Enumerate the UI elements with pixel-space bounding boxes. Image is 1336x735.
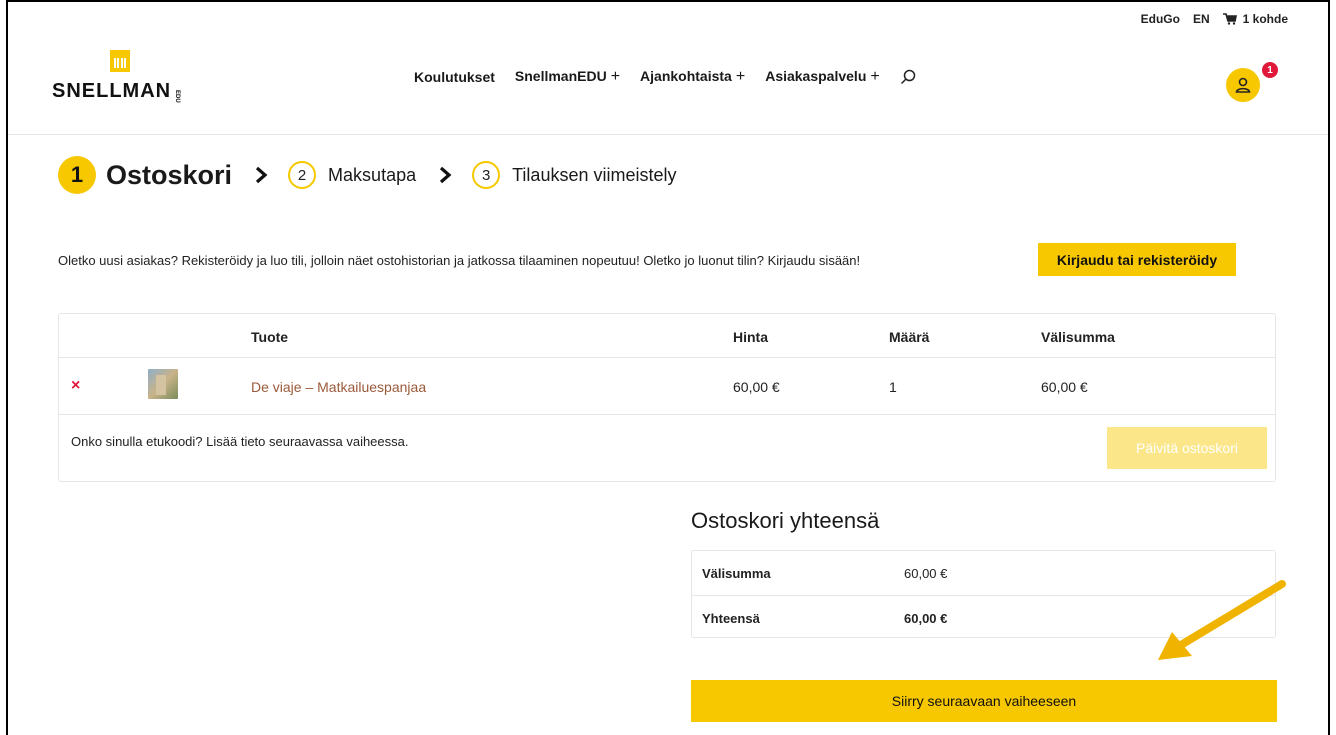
notification-badge: 1 (1262, 62, 1278, 78)
update-cart-button[interactable]: Päivitä ostoskori (1107, 427, 1267, 469)
remove-item-icon[interactable]: × (71, 377, 80, 395)
cart-icon (1222, 13, 1237, 25)
annotation-arrow-icon (1158, 580, 1286, 660)
step-2-number: 2 (288, 161, 317, 189)
item-subtotal: 60,00 € (1041, 379, 1088, 395)
step-1-label: Ostoskori (106, 159, 233, 190)
header-divider (8, 134, 1328, 135)
coupon-hint: Onko sinulla etukoodi? Lisää tieto seura… (71, 434, 409, 449)
step-3-label: Tilauksen viimeistely (512, 164, 677, 185)
step-2-label: Maksutapa (328, 164, 417, 185)
product-link[interactable]: De viaje – Matkailuespanjaa (251, 379, 426, 395)
main-nav: Koulutukset SnellmanEDU + Ajankohtaista + … (414, 68, 916, 86)
totals-value: 60,00 € (904, 566, 948, 581)
plus-icon: + (735, 68, 746, 85)
item-price: 60,00 € (733, 379, 780, 395)
step-3-number: 3 (472, 161, 501, 189)
table-header-row: Tuote Hinta Määrä Välisumma (59, 314, 1275, 358)
totals-label: Välisumma (702, 566, 771, 581)
proceed-next-step-button[interactable]: Siirry seuraavaan vaiheeseen (691, 680, 1277, 722)
product-thumbnail[interactable] (148, 369, 178, 399)
edugo-link[interactable]: EduGo (1141, 12, 1180, 26)
cart-totals-title: Ostoskori yhteensä (691, 508, 880, 533)
site-logo[interactable]: SNELLMAN EDU (52, 48, 202, 108)
nav-item-ajankohtaista[interactable]: Ajankohtaista + (640, 68, 745, 86)
chevron-right-icon (255, 166, 268, 184)
chevron-right-icon (440, 166, 452, 184)
search-icon[interactable] (900, 69, 916, 85)
step-1-number: 1 (58, 156, 96, 194)
logo-suffix: EDU (174, 90, 181, 103)
mini-cart[interactable]: 1 kohde (1222, 12, 1288, 26)
item-quantity: 1 (889, 379, 897, 395)
totals-label: Yhteensä (702, 611, 760, 626)
plus-icon: + (610, 68, 621, 85)
user-account-button[interactable] (1226, 68, 1260, 102)
nav-item-asiakaspalvelu[interactable]: Asiakaspalvelu + (765, 68, 880, 86)
column-header-price: Hinta (733, 329, 768, 345)
utility-bar: EduGo EN 1 kohde (1141, 12, 1288, 26)
plus-icon: + (870, 68, 880, 85)
column-header-qty: Määrä (889, 329, 930, 345)
nav-item-snellmanedu[interactable]: SnellmanEDU + (515, 68, 620, 86)
column-header-product: Tuote (251, 329, 289, 345)
login-register-button[interactable]: Kirjaudu tai rekisteröidy (1038, 243, 1236, 276)
logo-text: SNELLMAN (52, 80, 172, 102)
cart-count: 1 kohde (1242, 12, 1288, 26)
checkout-steps: 1 Ostoskori 2 Maksutapa 3 Tilauksen viim… (58, 156, 677, 194)
nav-item-koulutukset[interactable]: Koulutukset (414, 69, 495, 85)
language-switch[interactable]: EN (1193, 12, 1210, 26)
totals-value: 60,00 € (904, 611, 948, 626)
cart-table: Tuote Hinta Määrä Välisumma × De viaje –… (58, 313, 1276, 482)
register-notice: Oletko uusi asiakas? Rekisteröidy ja luo… (58, 253, 861, 268)
table-row: × De viaje – Matkailuespanjaa 60,00 € 1 … (59, 358, 1275, 415)
user-icon (1235, 77, 1251, 93)
column-header-subtotal: Välisumma (1041, 329, 1115, 345)
logo-mark-icon (110, 50, 130, 72)
